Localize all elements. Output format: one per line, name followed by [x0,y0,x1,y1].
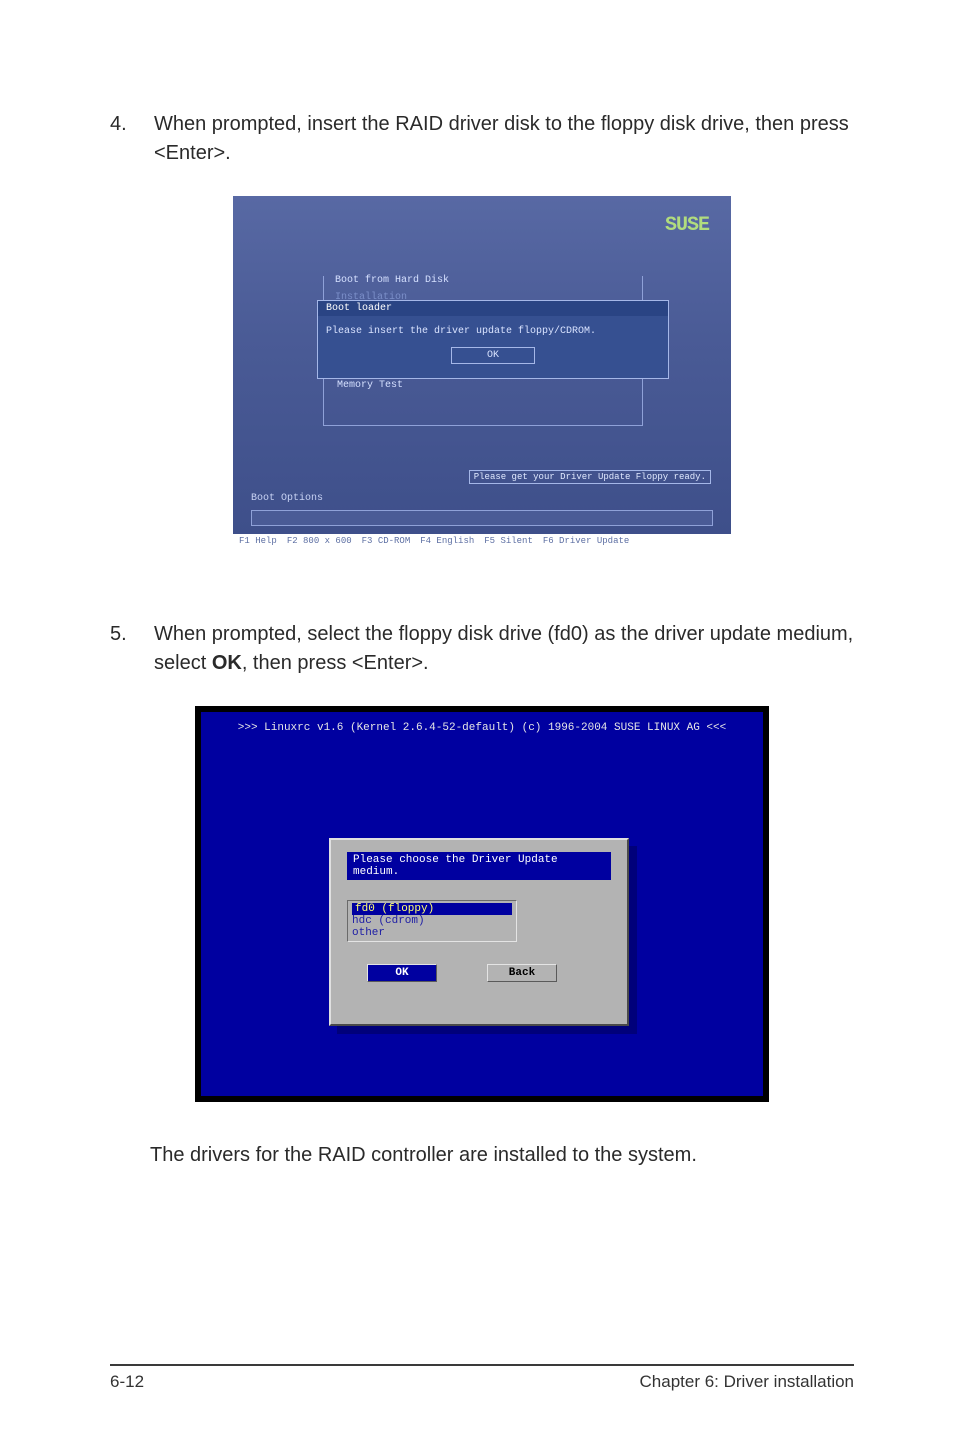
step-text-after: , then press <Enter>. [242,652,429,674]
page-footer: 6-12 Chapter 6: Driver installation [110,1364,854,1392]
driver-update-dialog: Please choose the Driver Update medium. … [329,838,629,1026]
ok-bold: OK [212,652,242,674]
list-item-hdc[interactable]: hdc (cdrom) [352,915,512,927]
page-number: 6-12 [110,1372,144,1392]
step-number: 5. [110,620,154,678]
chapter-title: Chapter 6: Driver installation [640,1372,854,1392]
list-item-fd0[interactable]: fd0 (floppy) [352,903,512,915]
boot-item-memory-test[interactable]: Memory Test [337,380,403,391]
f3-cdrom[interactable]: F3 CD-ROM [362,536,411,548]
dialog-title: Please choose the Driver Update medium. [347,852,611,880]
modal-text: Please insert the driver update floppy/C… [326,326,660,337]
f4-language[interactable]: F4 English [420,536,474,548]
screenshot-linuxrc: >>> Linuxrc v1.6 (Kernel 2.6.4-52-defaul… [195,706,769,1102]
ok-button[interactable]: OK [451,347,535,364]
boot-options-label: Boot Options [251,493,323,504]
step-4: 4. When prompted, insert the RAID driver… [110,110,854,168]
ok-button[interactable]: OK [367,964,437,982]
boot-loader-modal: Boot loader Please insert the driver upd… [317,300,669,379]
f6-driver-update[interactable]: F6 Driver Update [543,536,629,548]
screenshot-boot-loader: SUSE Boot from Hard Disk Installation Bo… [233,196,731,550]
step-text: When prompted, select the floppy disk dr… [154,620,854,678]
back-button[interactable]: Back [487,964,557,982]
function-key-bar: F1 Help F2 800 x 600 F3 CD-ROM F4 Englis… [233,534,731,550]
step-number: 4. [110,110,154,168]
f5-silent[interactable]: F5 Silent [484,536,533,548]
driver-medium-list[interactable]: fd0 (floppy) hdc (cdrom) other [347,900,517,942]
step-5: 5. When prompted, select the floppy disk… [110,620,854,678]
modal-title: Boot loader [318,301,668,316]
floppy-ready-notice: Please get your Driver Update Floppy rea… [469,470,711,484]
suse-logo: SUSE [665,214,709,237]
step-text: When prompted, insert the RAID driver di… [154,110,854,168]
result-text: The drivers for the RAID controller are … [150,1144,854,1167]
f1-help[interactable]: F1 Help [239,536,277,548]
f2-resolution[interactable]: F2 800 x 600 [287,536,352,548]
linuxrc-title: >>> Linuxrc v1.6 (Kernel 2.6.4-52-defaul… [201,722,763,734]
list-item-other[interactable]: other [352,927,512,939]
boot-options-input[interactable] [251,510,713,526]
